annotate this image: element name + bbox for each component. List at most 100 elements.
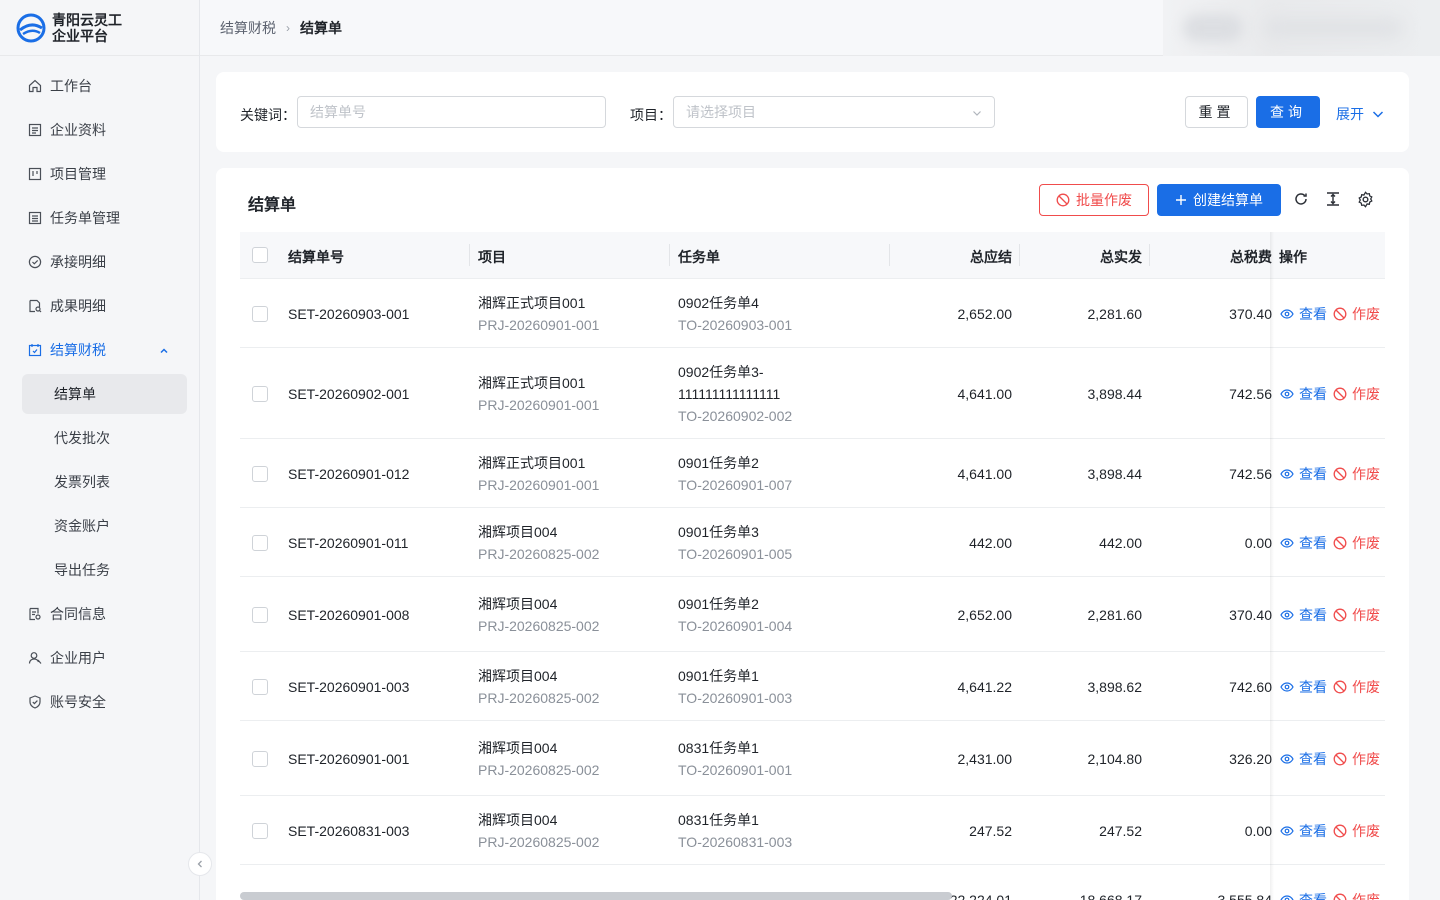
total-tax: 742.60 xyxy=(1229,678,1272,695)
logo[interactable]: 青阳云灵工 企业平台 xyxy=(0,0,199,56)
sidebar-item-label: 结算财税 xyxy=(50,342,106,358)
task-name: 0902任务单4 xyxy=(678,294,759,311)
project-name: 湘辉项目004 xyxy=(478,739,558,756)
sidebar-subitem-fund-account[interactable]: 资金账户 xyxy=(0,504,199,548)
total-tax: 0.00 xyxy=(1244,534,1272,551)
view-action[interactable]: 查看 xyxy=(1280,677,1327,697)
void-action[interactable]: 作废 xyxy=(1333,749,1380,769)
total-paid: 3,898.44 xyxy=(1087,465,1143,482)
keyword-input[interactable]: 结算单号 xyxy=(297,96,606,128)
void-action[interactable]: 作废 xyxy=(1333,605,1380,625)
table-header: 结算单号 项目 任务单 总应结 总实发 总税费 操作 xyxy=(240,232,1385,279)
topbar: 结算财税 › 结算单 xyxy=(200,0,1440,56)
sidebar-item-task-management[interactable]: 任务单管理 xyxy=(0,196,199,240)
view-label: 查看 xyxy=(1299,678,1327,695)
sidebar-subitem-export-task[interactable]: 导出任务 xyxy=(0,548,199,592)
settings-icon[interactable] xyxy=(1356,190,1374,208)
column-header-task[interactable]: 任务单 xyxy=(678,247,720,267)
sidebar-item-project-management[interactable]: 项目管理 xyxy=(0,152,199,196)
settlement-id: SET-20260901-003 xyxy=(288,678,410,695)
project-name: 湘辉项目004 xyxy=(478,523,558,540)
void-action[interactable]: 作废 xyxy=(1333,821,1380,841)
view-action[interactable]: 查看 xyxy=(1280,533,1327,553)
row-checkbox[interactable] xyxy=(252,534,268,551)
void-action[interactable]: 作废 xyxy=(1333,464,1380,484)
ban-icon xyxy=(1333,608,1347,622)
view-action[interactable]: 查看 xyxy=(1280,749,1327,769)
row-checkbox[interactable] xyxy=(252,465,268,482)
void-action[interactable]: 作废 xyxy=(1333,384,1380,404)
sidebar-item-account-security[interactable]: 账号安全 xyxy=(0,680,199,724)
sidebar-collapse-button[interactable] xyxy=(188,852,212,876)
row-checkbox[interactable] xyxy=(252,606,268,623)
void-action[interactable]: 作废 xyxy=(1333,890,1380,900)
view-action[interactable]: 查看 xyxy=(1280,821,1327,841)
row-checkbox[interactable] xyxy=(252,385,268,402)
column-header-id[interactable]: 结算单号 xyxy=(288,247,344,267)
density-icon[interactable] xyxy=(1324,190,1342,208)
column-divider xyxy=(469,244,470,266)
breadcrumb-parent[interactable]: 结算财税 xyxy=(220,18,276,38)
column-divider xyxy=(669,244,670,266)
sidebar-subitem-invoice-list[interactable]: 发票列表 xyxy=(0,460,199,504)
view-action[interactable]: 查看 xyxy=(1280,464,1327,484)
void-action[interactable]: 作废 xyxy=(1333,677,1380,697)
view-action[interactable]: 查看 xyxy=(1280,605,1327,625)
sidebar-subitem-label: 导出任务 xyxy=(54,562,110,578)
sidebar-subitem-settlement[interactable]: 结算单 xyxy=(22,374,187,414)
batch-void-button[interactable]: 批量作废 xyxy=(1039,184,1149,216)
column-header-tax[interactable]: 总税费 xyxy=(1160,247,1272,267)
task-code: TO-20260903-001 xyxy=(678,316,793,333)
table-row: SET-20260902-001 湘辉正式项目001 PRJ-20260901-00… xyxy=(240,348,1385,439)
project-select[interactable]: 请选择项目 xyxy=(673,96,995,128)
total-due: 4,641.00 xyxy=(957,385,1013,402)
task-code: TO-20260831-003 xyxy=(678,833,793,850)
column-header-project[interactable]: 项目 xyxy=(478,247,506,267)
query-button[interactable]: 查询 xyxy=(1256,96,1320,128)
sidebar-item-company-info[interactable]: 企业资料 xyxy=(0,108,199,152)
breadcrumb-current: 结算单 xyxy=(300,19,342,36)
project-placeholder: 请选择项目 xyxy=(686,104,756,120)
keyword-label: 关键词： xyxy=(240,107,296,123)
row-checkbox[interactable] xyxy=(252,822,268,839)
board-icon xyxy=(28,167,42,181)
doc-icon xyxy=(28,123,42,137)
horizontal-scrollbar[interactable] xyxy=(240,892,952,900)
ban-icon xyxy=(1333,893,1347,900)
sidebar-item-contract-info[interactable]: 合同信息 xyxy=(0,592,199,636)
row-actions: 查看 作废 xyxy=(1280,383,1380,405)
view-action[interactable]: 查看 xyxy=(1280,890,1327,900)
total-tax: 326.20 xyxy=(1229,750,1272,767)
row-checkbox[interactable] xyxy=(252,305,268,322)
row-checkbox[interactable] xyxy=(252,750,268,767)
reset-button[interactable]: 重置 xyxy=(1185,96,1248,128)
column-header-due[interactable]: 总应结 xyxy=(900,247,1012,267)
user-area-blurred[interactable] xyxy=(1163,0,1440,56)
expand-toggle[interactable]: 展开 xyxy=(1336,104,1384,124)
sidebar-subitem-payout-batch[interactable]: 代发批次 xyxy=(0,416,199,460)
create-settlement-button[interactable]: 创建结算单 xyxy=(1157,184,1281,216)
app-name-line2: 企业平台 xyxy=(52,27,108,44)
column-header-paid[interactable]: 总实发 xyxy=(1030,247,1142,267)
settlement-id: SET-20260831-003 xyxy=(288,822,410,839)
void-action[interactable]: 作废 xyxy=(1333,304,1380,324)
total-tax: 742.56 xyxy=(1229,465,1272,482)
select-all-checkbox[interactable] xyxy=(252,247,268,263)
total-paid: 247.52 xyxy=(1099,822,1142,839)
sidebar-item-result-detail[interactable]: 成果明细 xyxy=(0,284,199,328)
void-label: 作废 xyxy=(1352,678,1380,695)
void-action[interactable]: 作废 xyxy=(1333,533,1380,553)
view-action[interactable]: 查看 xyxy=(1280,384,1327,404)
sidebar-item-label: 企业资料 xyxy=(50,122,106,138)
view-action[interactable]: 查看 xyxy=(1280,304,1327,324)
row-checkbox[interactable] xyxy=(252,678,268,695)
contract-icon xyxy=(28,607,42,621)
settlement-id: SET-20260903-001 xyxy=(288,305,410,322)
sidebar-item-workbench[interactable]: 工作台 xyxy=(0,64,199,108)
refresh-icon[interactable] xyxy=(1292,190,1310,208)
task-code: TO-20260901-003 xyxy=(678,689,793,706)
sidebar-item-settlement-tax[interactable]: 结算财税 xyxy=(0,328,199,372)
sidebar-item-undertake-detail[interactable]: 承接明细 xyxy=(0,240,199,284)
sidebar-item-company-users[interactable]: 企业用户 xyxy=(0,636,199,680)
total-paid: 2,104.80 xyxy=(1087,750,1143,767)
